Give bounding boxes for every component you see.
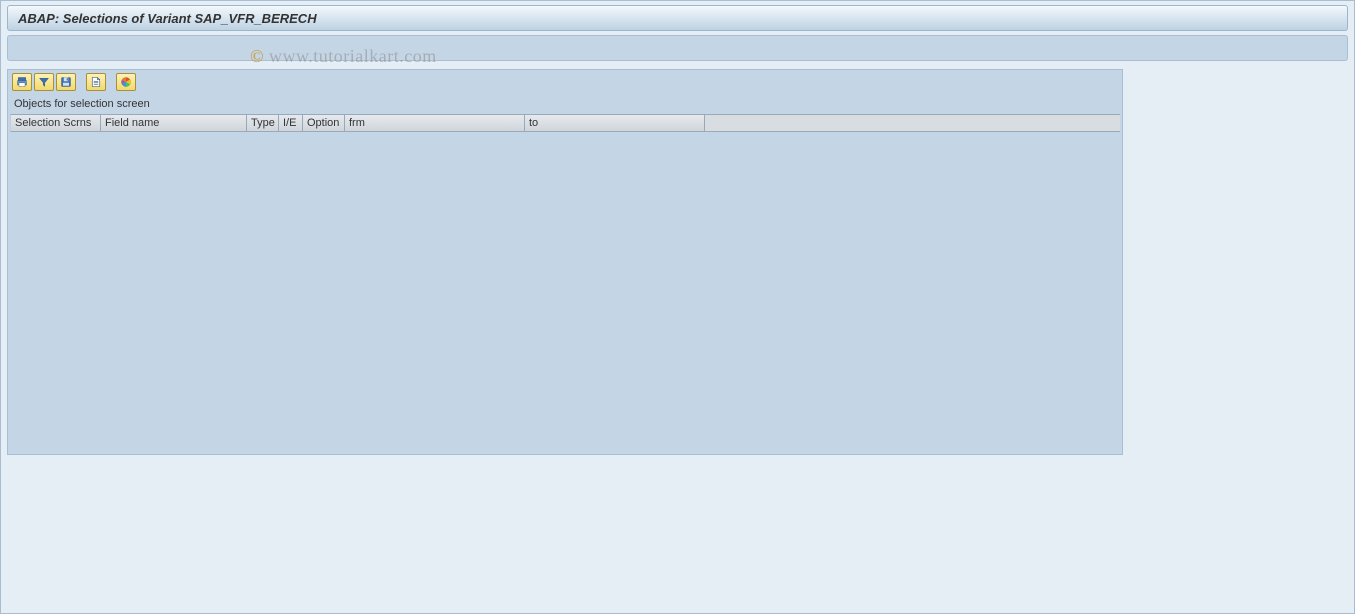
toolbar	[8, 70, 1122, 94]
col-header-to[interactable]: to	[525, 115, 705, 131]
subtitle-bar	[7, 35, 1348, 61]
page-icon	[90, 76, 102, 88]
col-header-field[interactable]: Field name	[101, 115, 247, 131]
print-button[interactable]	[12, 73, 32, 91]
col-header-option[interactable]: Option	[303, 115, 345, 131]
color-icon	[120, 76, 132, 88]
main-panel: Objects for selection screen Selection S…	[7, 69, 1123, 455]
save-icon	[60, 76, 72, 88]
col-header-frm[interactable]: frm	[345, 115, 525, 131]
section-label: Objects for selection screen	[8, 94, 1122, 114]
col-header-selection[interactable]: Selection Scrns	[11, 115, 101, 131]
page-title: ABAP: Selections of Variant SAP_VFR_BERE…	[18, 11, 317, 26]
grid: Selection Scrns Field name Type I/E Opti…	[10, 114, 1120, 454]
side-panel	[1123, 69, 1348, 455]
print-icon	[16, 76, 28, 88]
save-button[interactable]	[56, 73, 76, 91]
filter-icon	[38, 76, 50, 88]
title-bar: ABAP: Selections of Variant SAP_VFR_BERE…	[7, 5, 1348, 31]
filter-button[interactable]	[34, 73, 54, 91]
page-button[interactable]	[86, 73, 106, 91]
grid-body	[10, 132, 1120, 454]
below-area	[1, 461, 1354, 589]
app-frame: ABAP: Selections of Variant SAP_VFR_BERE…	[0, 0, 1355, 614]
col-header-type[interactable]: Type	[247, 115, 279, 131]
content-wrap: Objects for selection screen Selection S…	[7, 69, 1348, 455]
grid-header: Selection Scrns Field name Type I/E Opti…	[10, 114, 1120, 132]
color-button[interactable]	[116, 73, 136, 91]
col-header-ie[interactable]: I/E	[279, 115, 303, 131]
